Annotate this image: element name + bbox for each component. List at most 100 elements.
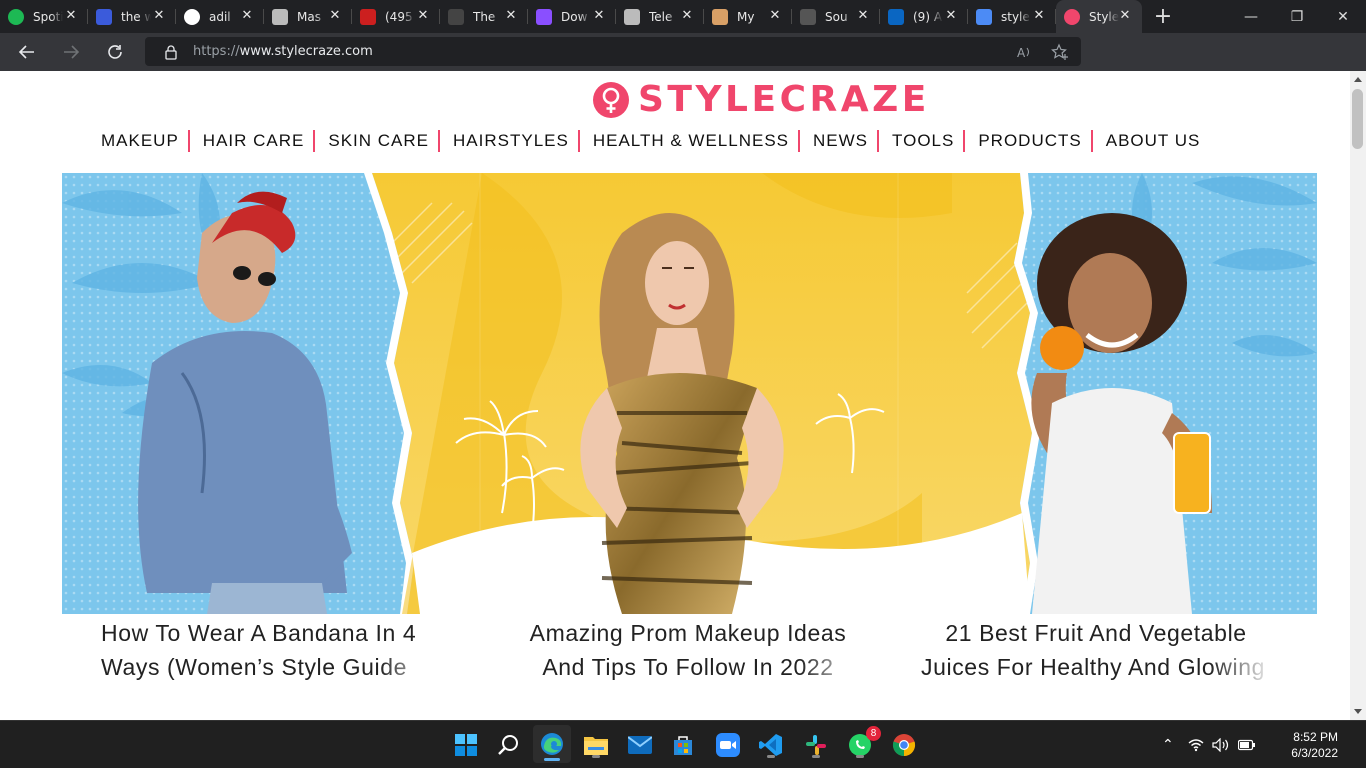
nav-item-news[interactable]: NEWS bbox=[804, 130, 880, 152]
taskbar-slack-button[interactable] bbox=[801, 730, 831, 760]
browser-tab[interactable]: style ✕ bbox=[968, 0, 1056, 33]
nav-item-hair-care[interactable]: HAIR CARE bbox=[194, 130, 316, 152]
add-favorite-icon[interactable] bbox=[1051, 43, 1069, 61]
back-button[interactable] bbox=[10, 35, 44, 69]
close-tab-icon[interactable]: ✕ bbox=[680, 9, 694, 23]
address-bar[interactable]: https://www.stylecraze.com A bbox=[145, 37, 1081, 66]
refresh-button[interactable] bbox=[98, 35, 132, 69]
taskbar-file-explorer-button[interactable] bbox=[581, 730, 611, 760]
g-icon bbox=[448, 8, 464, 25]
linkedin-icon bbox=[888, 8, 904, 25]
hero-illustration bbox=[62, 173, 1317, 614]
running-app-indicator bbox=[856, 755, 864, 758]
page-scrollbar[interactable] bbox=[1350, 71, 1366, 720]
lock-icon[interactable] bbox=[163, 44, 179, 60]
featured-articles-carousel[interactable] bbox=[62, 173, 1317, 614]
site-logo[interactable]: STYLECRAZE bbox=[593, 82, 930, 118]
vscode-icon bbox=[759, 734, 782, 756]
article-title-prom-makeup[interactable]: Amazing Prom Makeup Ideas And Tips To Fo… bbox=[513, 616, 863, 684]
tab-title: Mas bbox=[297, 9, 321, 24]
scroll-up-arrow-icon[interactable] bbox=[1354, 77, 1362, 82]
tab-title: adil bbox=[209, 9, 231, 24]
close-tab-icon[interactable]: ✕ bbox=[592, 9, 606, 23]
taskbar-vscode-button[interactable] bbox=[756, 730, 786, 760]
close-tab-icon[interactable]: ✕ bbox=[1118, 9, 1132, 23]
taskbar-clock[interactable]: 8:52 PM 6/3/2022 bbox=[1291, 729, 1338, 761]
browser-tab[interactable]: My ✕ bbox=[704, 0, 792, 33]
nav-item-about-us[interactable]: ABOUT US bbox=[1097, 130, 1210, 152]
wifi-icon[interactable] bbox=[1188, 738, 1204, 752]
browser-tab[interactable]: (495 ✕ bbox=[352, 0, 440, 33]
tab-title: Spotify bbox=[33, 9, 63, 24]
show-hidden-icons-chevron-icon[interactable]: ⌃ bbox=[1162, 737, 1174, 753]
running-app-indicator bbox=[592, 755, 600, 758]
tab-title: Tele bbox=[649, 9, 673, 24]
maximize-button[interactable]: ❐ bbox=[1274, 0, 1320, 33]
article-title-line: Amazing Prom Makeup Ideas bbox=[529, 620, 847, 646]
clock-time: 8:52 PM bbox=[1293, 730, 1338, 744]
browser-tab[interactable]: Spotify✕ bbox=[0, 0, 88, 33]
avatar-icon bbox=[712, 8, 728, 25]
browser-tab[interactable]: (9) A ✕ bbox=[880, 0, 968, 33]
browser-tab[interactable]: adil ✕ bbox=[176, 0, 264, 33]
new-tab-button[interactable]: + bbox=[1148, 2, 1178, 32]
close-tab-icon[interactable]: ✕ bbox=[856, 9, 870, 23]
mail-icon bbox=[628, 736, 652, 754]
browser-tab-strip: Spotify✕the w✕adil✕Mas✕(495✕The✕Dow✕Tele… bbox=[0, 0, 1366, 33]
close-tab-icon[interactable]: ✕ bbox=[944, 9, 958, 23]
scroll-down-arrow-icon[interactable] bbox=[1354, 709, 1362, 714]
article-title-line: How To Wear A Bandana In 4 bbox=[101, 620, 417, 646]
browser-tab[interactable]: The ✕ bbox=[440, 0, 528, 33]
browser-tab[interactable]: Sou ✕ bbox=[792, 0, 880, 33]
battery-icon[interactable] bbox=[1237, 739, 1256, 751]
close-tab-icon[interactable]: ✕ bbox=[768, 9, 782, 23]
close-tab-icon[interactable]: ✕ bbox=[64, 9, 78, 23]
taskbar-edge-button[interactable] bbox=[533, 725, 571, 763]
running-app-indicator bbox=[812, 755, 820, 758]
forward-button[interactable] bbox=[54, 35, 88, 69]
nav-item-products[interactable]: PRODUCTS bbox=[969, 130, 1093, 152]
taskbar-mail-button[interactable] bbox=[625, 730, 655, 760]
read-aloud-icon[interactable]: A bbox=[1015, 43, 1033, 61]
slack-icon bbox=[806, 735, 826, 755]
nav-item-skin-care[interactable]: SKIN CARE bbox=[319, 130, 441, 152]
taskbar-chrome-button[interactable] bbox=[889, 730, 919, 760]
taskbar-search-button[interactable] bbox=[494, 730, 524, 760]
stylecraze-icon bbox=[1064, 8, 1080, 25]
nav-item-hairstyles[interactable]: HAIRSTYLES bbox=[444, 130, 580, 152]
browser-tab[interactable]: Mas ✕ bbox=[264, 0, 352, 33]
close-tab-icon[interactable]: ✕ bbox=[1032, 9, 1046, 23]
github-icon bbox=[184, 8, 200, 25]
nav-item-makeup[interactable]: MAKEUP bbox=[92, 130, 190, 152]
article-title-juices[interactable]: 21 Best Fruit And Vegetable Juices For H… bbox=[918, 616, 1274, 684]
browser-tab[interactable]: Tele ✕ bbox=[616, 0, 704, 33]
browser-tab[interactable]: Dow ✕ bbox=[528, 0, 616, 33]
volume-icon[interactable] bbox=[1212, 738, 1230, 752]
close-tab-icon[interactable]: ✕ bbox=[328, 9, 342, 23]
close-tab-icon[interactable]: ✕ bbox=[416, 9, 430, 23]
close-tab-icon[interactable]: ✕ bbox=[152, 9, 166, 23]
scrollbar-thumb[interactable] bbox=[1352, 89, 1363, 149]
minimize-button[interactable]: — bbox=[1228, 0, 1274, 33]
browser-tab[interactable]: the w ✕ bbox=[88, 0, 176, 33]
nav-item-health-wellness[interactable]: HEALTH & WELLNESS bbox=[584, 130, 801, 152]
close-window-button[interactable]: ✕ bbox=[1320, 0, 1366, 33]
taskbar-zoom-button[interactable] bbox=[713, 730, 743, 760]
browser-tab[interactable]: Style ✕ bbox=[1056, 0, 1142, 33]
taskbar-store-button[interactable] bbox=[668, 730, 698, 760]
windows-start-button[interactable] bbox=[451, 730, 481, 760]
article-title-line: Ways (Women’s Style Guide bbox=[101, 654, 408, 680]
taskbar-whatsapp-button[interactable]: 8 bbox=[845, 726, 881, 760]
document-icon bbox=[624, 8, 640, 25]
forward-arrow-icon bbox=[64, 45, 80, 59]
svg-text:A: A bbox=[1017, 46, 1026, 60]
windows-start-icon bbox=[455, 734, 477, 756]
document-icon bbox=[272, 8, 288, 25]
close-tab-icon[interactable]: ✕ bbox=[504, 9, 518, 23]
article-title-bandana[interactable]: How To Wear A Bandana In 4 Ways (Women’s… bbox=[101, 616, 441, 684]
clock-date: 6/3/2022 bbox=[1291, 746, 1338, 760]
system-tray: ⌃ bbox=[1162, 721, 1256, 769]
article-title-line: And Tips To Follow In 2022 bbox=[542, 654, 834, 680]
close-tab-icon[interactable]: ✕ bbox=[240, 9, 254, 23]
nav-item-tools[interactable]: TOOLS bbox=[883, 130, 966, 152]
